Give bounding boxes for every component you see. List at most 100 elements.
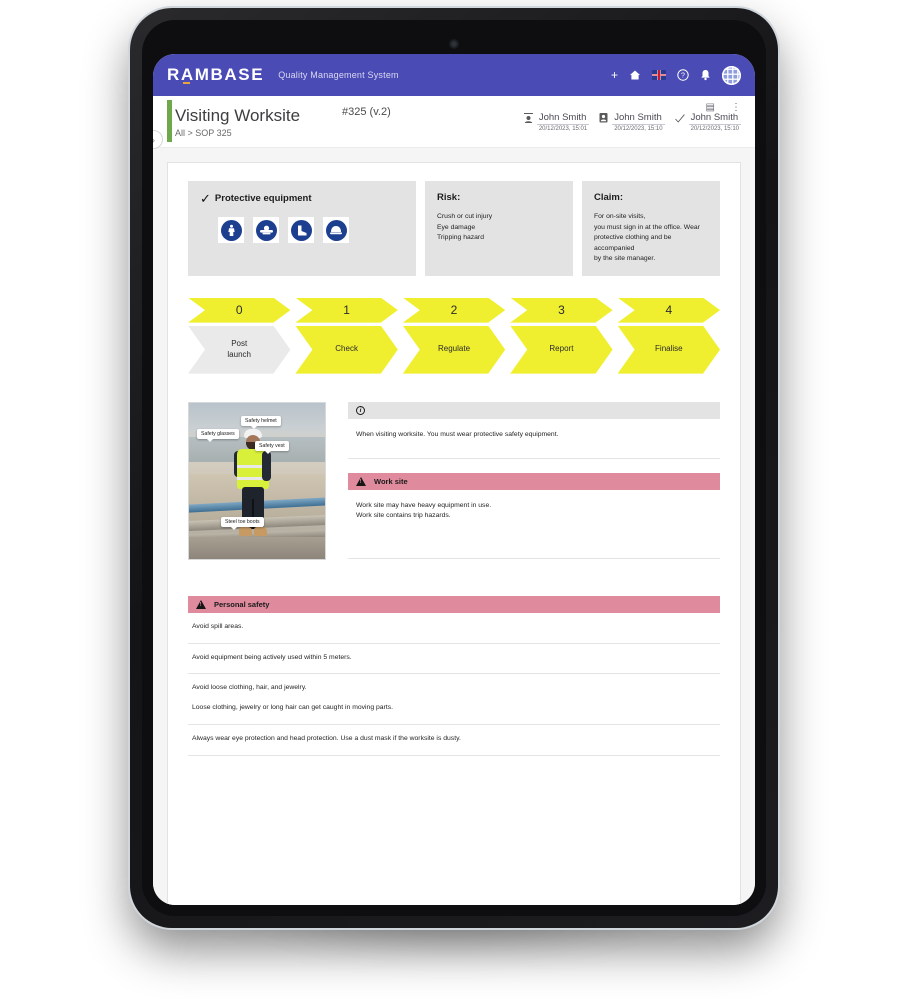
divider xyxy=(348,457,720,459)
document-id: #325 (v.2) xyxy=(342,106,391,118)
signature-date: 20/12/2023, 15:10 xyxy=(614,125,663,132)
worksite-warning-title: Work site xyxy=(374,476,408,486)
info-icon: i xyxy=(356,405,365,415)
workflow-stepper: 0 1 2 3 4 Post launch Check Regulate Rep… xyxy=(188,298,720,374)
ppe-tile[interactable] xyxy=(323,217,349,243)
divider xyxy=(348,558,720,560)
page-header: › Visiting Worksite All > SOP 325 #325 (… xyxy=(153,96,755,149)
sidebar-toggle-icon[interactable]: › xyxy=(153,130,163,149)
tablet-device: RAMBASE Quality Management System + ? Vi… xyxy=(130,8,778,928)
ppe-panel-header: ✓ Protective equipment xyxy=(200,192,404,205)
badge-icon xyxy=(599,112,608,132)
warning-icon xyxy=(196,599,206,609)
uk-flag-icon[interactable] xyxy=(652,70,666,80)
callout-safety-glasses: Safety glasses xyxy=(197,428,239,442)
workflow-step-finalise[interactable]: Finalise xyxy=(618,326,720,374)
notes-icon[interactable]: ▤ xyxy=(706,102,715,113)
notes-column: i When visiting worksite. You must wear … xyxy=(348,401,720,560)
ppe-panel-title: Protective equipment xyxy=(214,193,312,204)
protective-equipment-panel: ✓ Protective equipment xyxy=(188,181,416,276)
head-protection-icon xyxy=(325,219,347,241)
document-tail-space xyxy=(188,756,720,876)
check-icon xyxy=(674,113,685,132)
signature-date: 20/12/2023, 15:01 xyxy=(538,125,588,132)
signature-block[interactable]: John Smith 20/12/2023, 15:01 xyxy=(523,112,590,132)
safety-list-item: Avoid equipment being actively used with… xyxy=(188,644,720,675)
callout-safety-helmet: Safety helmet xyxy=(241,415,281,429)
document-scroll-area[interactable]: ✓ Protective equipment Risk: Crush or cu… xyxy=(153,148,755,905)
breadcrumb[interactable]: All > SOP 325 xyxy=(175,128,300,138)
claim-panel: Claim: For on-site visits, you must sign… xyxy=(582,181,720,276)
safety-list-item: Avoid loose clothing, hair, and jewelry.… xyxy=(188,674,720,726)
protective-clothing-icon xyxy=(220,219,242,241)
workflow-step-report[interactable]: Report xyxy=(510,326,612,374)
risk-panel: Risk: Crush or cut injury Eye damage Tri… xyxy=(425,181,573,276)
claim-panel-title: Claim: xyxy=(594,192,624,203)
page-title: Visiting Worksite xyxy=(175,105,301,125)
info-note-header: i xyxy=(348,401,720,419)
risk-panel-body: Crush or cut injury Eye damage Tripping … xyxy=(437,213,493,242)
safety-boots-icon xyxy=(290,219,312,241)
workflow-step-number[interactable]: 4 xyxy=(618,298,720,323)
safety-text: Loose clothing, jewelry or long hair can… xyxy=(192,704,393,712)
header-actions: ▤ ⋮ xyxy=(706,102,741,113)
safety-list-item: Always wear eye protection and head prot… xyxy=(188,725,720,757)
summary-panels: ✓ Protective equipment Risk: Crush or cu… xyxy=(188,181,720,276)
workflow-step-number[interactable]: 1 xyxy=(295,298,397,323)
personal-safety-header: Personal safety xyxy=(188,595,720,613)
workflow-step-regulate[interactable]: Regulate xyxy=(403,326,505,374)
app-subtitle: Quality Management System xyxy=(278,70,399,80)
workflow-step-number[interactable]: 0 xyxy=(188,298,290,323)
topbar-icon-group: + ? xyxy=(611,65,741,85)
plus-icon[interactable]: + xyxy=(611,69,618,81)
bell-icon[interactable] xyxy=(700,69,711,81)
callout-steel-toe-boots: Steel toe boots xyxy=(221,516,264,530)
worksite-photo[interactable]: Safety glasses Safety helmet Safety vest… xyxy=(188,401,326,560)
workflow-step-number[interactable]: 2 xyxy=(403,298,505,323)
svg-text:?: ? xyxy=(681,73,685,80)
signature-block[interactable]: John Smith 20/12/2023, 15:10 xyxy=(674,112,741,132)
signature-name: John Smith xyxy=(688,112,741,125)
home-icon[interactable] xyxy=(629,69,641,81)
safety-list-item: Avoid spill areas. xyxy=(188,613,720,644)
ppe-tile[interactable] xyxy=(253,217,279,243)
signature-group: John Smith 20/12/2023, 15:01 John Smith … xyxy=(523,112,755,132)
ppe-icon-row xyxy=(200,217,404,243)
safety-text: Always wear eye protection and head prot… xyxy=(192,735,461,743)
brand-logo[interactable]: RAMBASE xyxy=(167,65,264,85)
signature-name: John Smith xyxy=(612,112,665,125)
workflow-label-row: Post launch Check Regulate Report Finali… xyxy=(188,326,720,374)
person-icon xyxy=(523,112,533,132)
info-note-body: When visiting worksite. You must wear pr… xyxy=(356,430,559,438)
signature-name: John Smith xyxy=(536,112,590,125)
avatar[interactable] xyxy=(722,65,741,85)
safety-text: Avoid equipment being actively used with… xyxy=(192,653,352,661)
ppe-tile[interactable] xyxy=(288,217,314,243)
media-notes-row: Safety glasses Safety helmet Safety vest… xyxy=(188,401,720,560)
ppe-tile[interactable] xyxy=(218,217,244,243)
tablet-screen: RAMBASE Quality Management System + ? Vi… xyxy=(153,54,755,905)
help-icon[interactable]: ? xyxy=(677,69,689,81)
workflow-step-number[interactable]: 3 xyxy=(510,298,612,323)
document-card: ✓ Protective equipment Risk: Crush or cu… xyxy=(167,162,741,905)
risk-panel-title: Risk: xyxy=(437,192,461,203)
personal-safety-section: Personal safety Avoid spill areas. Avoid… xyxy=(188,595,720,905)
status-accent-bar xyxy=(167,100,172,142)
worksite-warning-header: Work site xyxy=(348,472,720,490)
device-bezel: RAMBASE Quality Management System + ? Vi… xyxy=(142,20,766,916)
front-camera xyxy=(450,40,458,48)
screenshot-root: RAMBASE Quality Management System + ? Vi… xyxy=(0,0,908,999)
more-menu-icon[interactable]: ⋮ xyxy=(731,102,741,113)
callout-safety-vest: Safety vest xyxy=(255,440,289,454)
workflow-step-post-launch[interactable]: Post launch xyxy=(188,326,290,374)
check-icon: ✓ xyxy=(200,191,211,206)
workflow-step-check[interactable]: Check xyxy=(295,326,397,374)
app-topbar: RAMBASE Quality Management System + ? xyxy=(153,54,755,96)
eye-protection-icon xyxy=(255,219,277,241)
workflow-number-row: 0 1 2 3 4 xyxy=(188,298,720,323)
warning-icon xyxy=(356,476,366,486)
safety-text: Avoid loose clothing, hair, and jewelry. xyxy=(192,684,307,692)
worksite-warning-body: Work site may have heavy equipment in us… xyxy=(356,501,492,520)
signature-block[interactable]: John Smith 20/12/2023, 15:10 xyxy=(599,112,665,132)
safety-text: Avoid spill areas. xyxy=(192,622,244,630)
